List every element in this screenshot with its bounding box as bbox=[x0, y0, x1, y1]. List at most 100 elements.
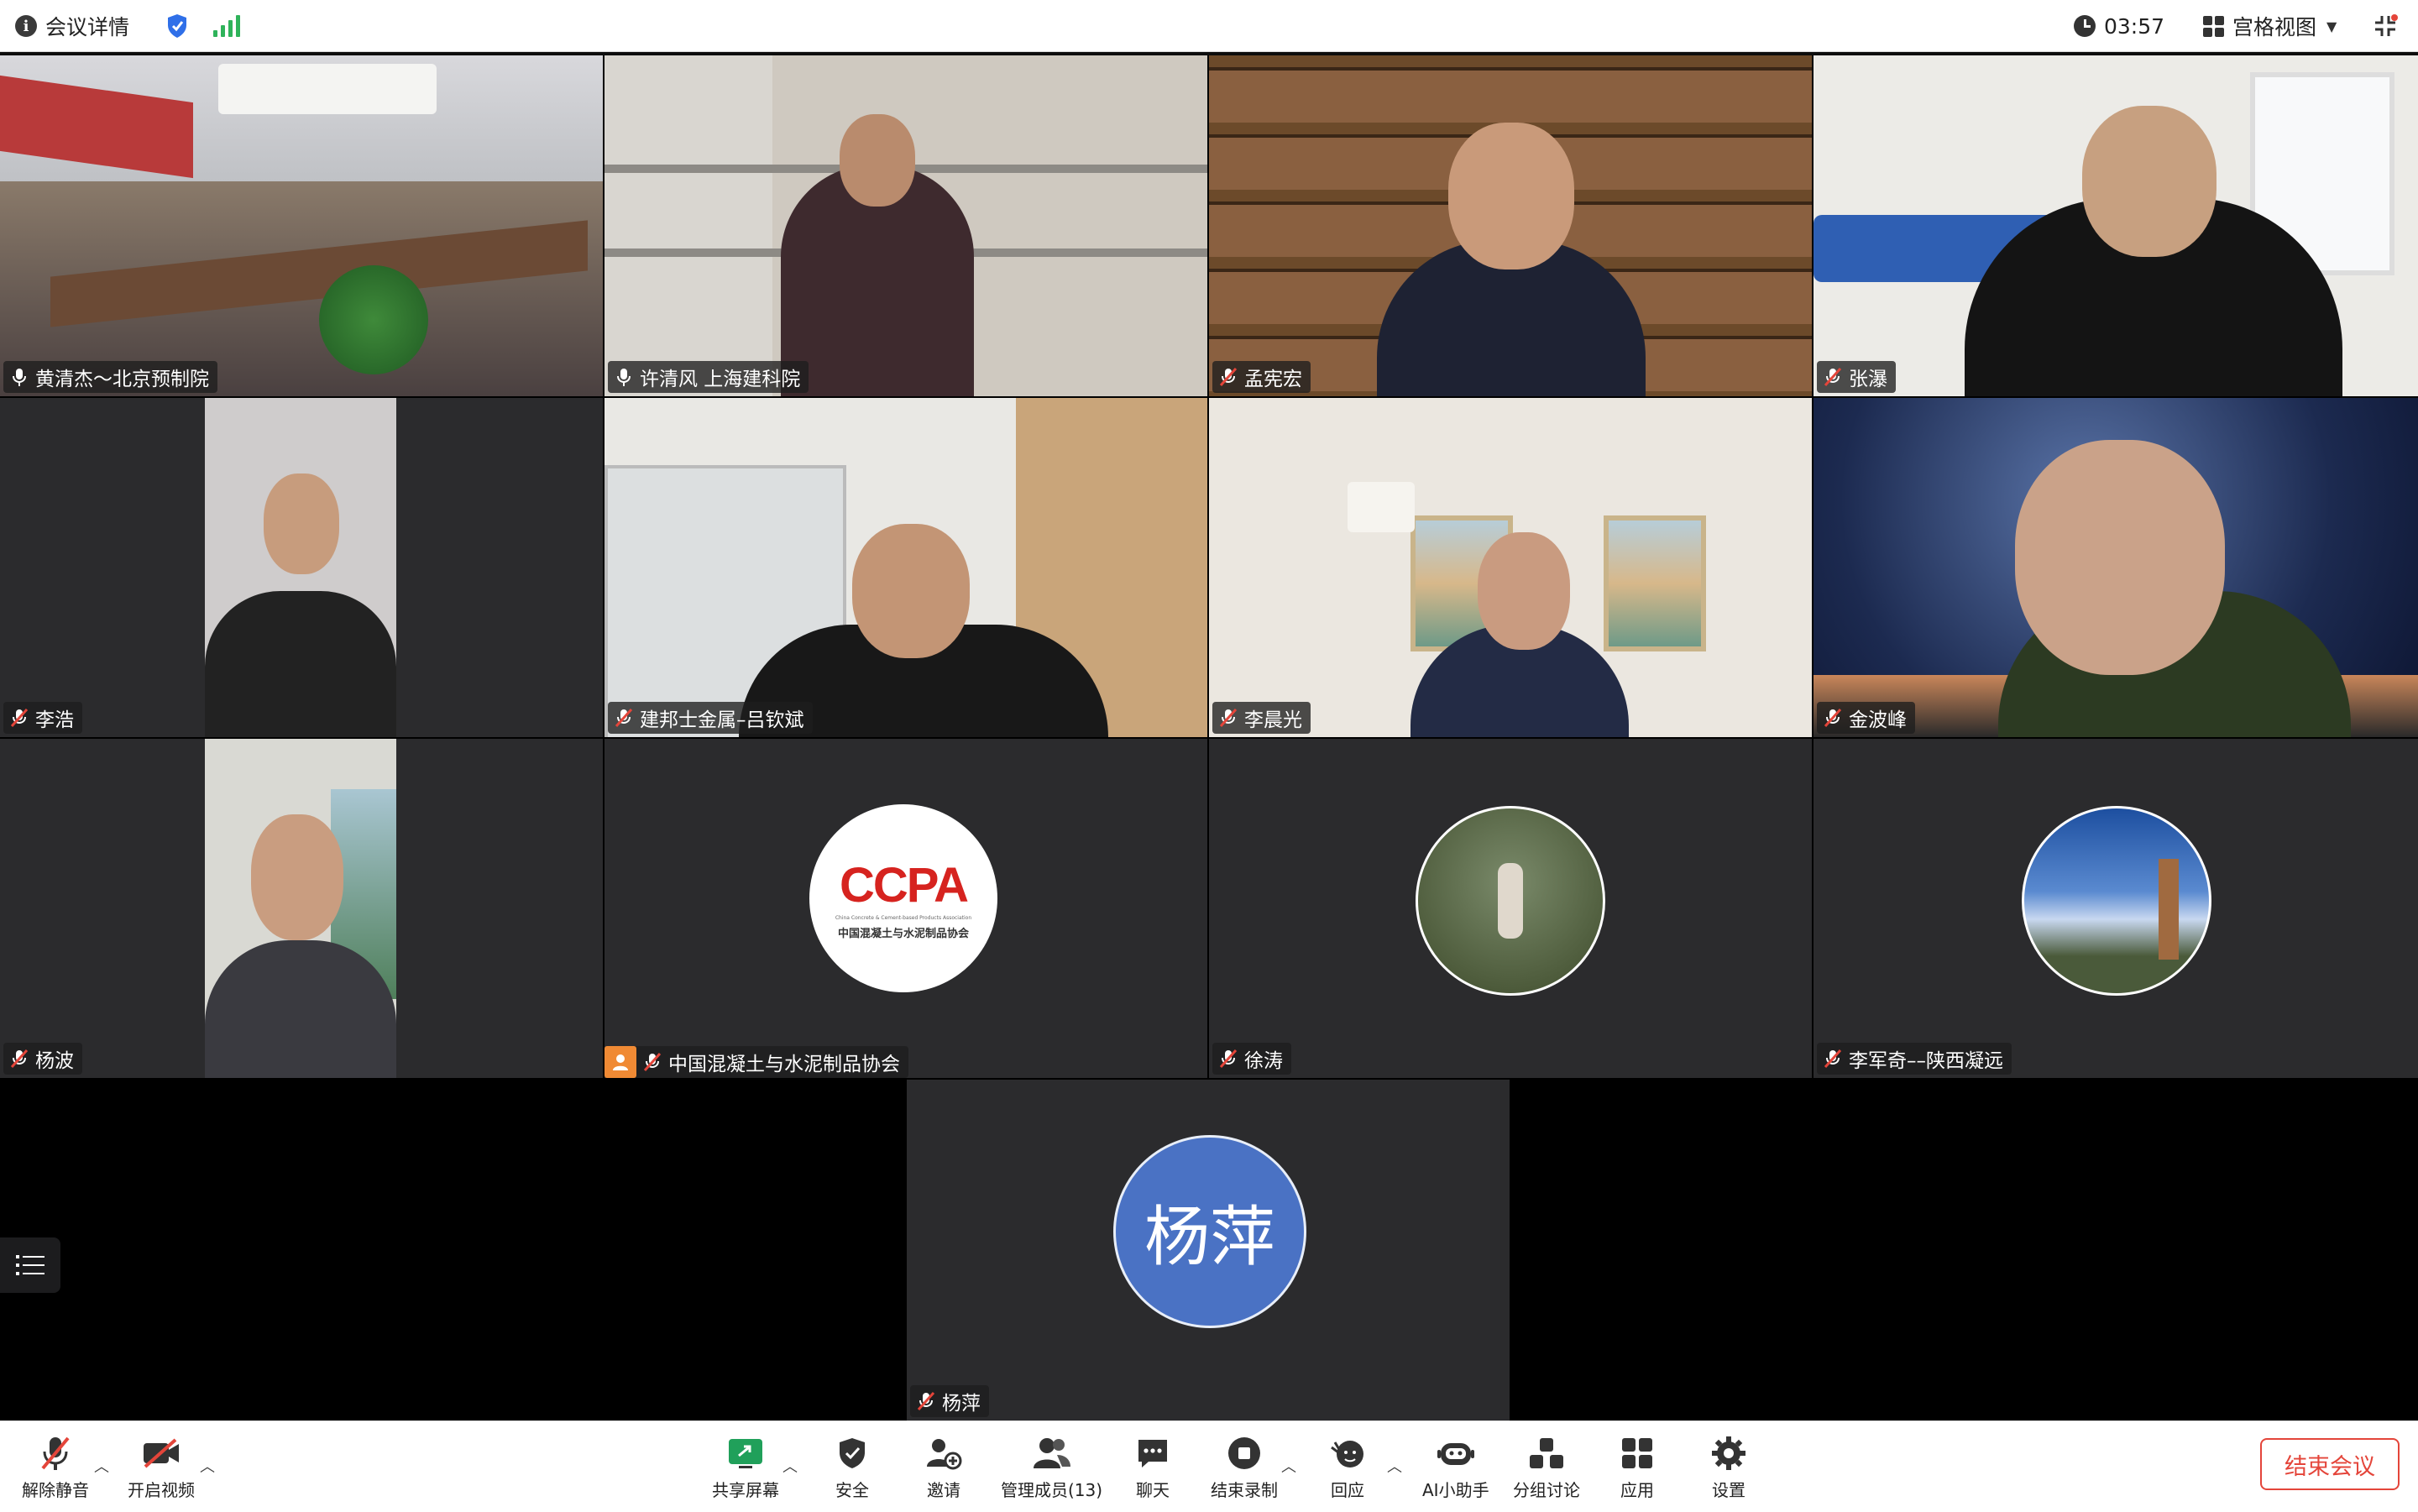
video-tile-lv[interactable]: 建邦士金属–吕钦斌 bbox=[604, 398, 1207, 737]
start-video-label: 开启视频 bbox=[128, 1480, 195, 1500]
mic-muted-icon bbox=[39, 1433, 72, 1473]
end-recording-label: 结束录制 bbox=[1211, 1480, 1278, 1500]
video-tile-huang[interactable]: 黄清杰～北京预制院 bbox=[0, 55, 603, 396]
unmute-label: 解除静音 bbox=[22, 1480, 89, 1500]
ai-assistant-button[interactable]: AI小助手 bbox=[1422, 1433, 1489, 1501]
end-recording-button[interactable]: 结束录制 bbox=[1211, 1433, 1278, 1501]
participant-nametag: 孟宪宏 bbox=[1212, 361, 1311, 393]
participant-nametag: 杨萍 bbox=[910, 1385, 989, 1417]
participant-name: 李晨光 bbox=[1244, 709, 1302, 731]
mic-muted-icon bbox=[1824, 1049, 1842, 1069]
video-tile-jin[interactable]: 金波峰 bbox=[1814, 398, 2418, 737]
bottom-toolbar: 解除静音 ︿ 开启视频 ︿ 共享屏幕 ︿ 安全 邀请 管理成员(13) 聊天 结… bbox=[0, 1420, 2418, 1512]
participant-nametag: 中国混凝土与水泥制品协会 bbox=[604, 1046, 908, 1078]
video-tile-ccpa[interactable]: CCPA China Concrete & Cement-based Produ… bbox=[604, 739, 1207, 1078]
profile-photo-avatar bbox=[2022, 806, 2211, 996]
share-screen-icon bbox=[727, 1433, 764, 1473]
mic-muted-icon bbox=[1219, 367, 1238, 387]
robot-icon bbox=[1436, 1433, 1476, 1473]
share-screen-label: 共享屏幕 bbox=[712, 1480, 779, 1500]
apps-grid-icon bbox=[1620, 1433, 1654, 1473]
invite-button[interactable]: 邀请 bbox=[925, 1433, 962, 1501]
video-tile-meng[interactable]: 孟宪宏 bbox=[1209, 55, 1812, 396]
top-bar: i 会议详情 03:57 宫格视图 ▼ bbox=[0, 0, 2418, 52]
video-tile-yang-ping[interactable]: 杨萍 杨萍 bbox=[907, 1080, 1510, 1420]
end-meeting-button[interactable]: 结束会议 bbox=[2260, 1438, 2400, 1490]
video-tile-yang-bo[interactable]: 杨波 bbox=[0, 739, 603, 1078]
audio-options-chevron-icon[interactable]: ︿ bbox=[94, 1455, 109, 1477]
exit-fullscreen-button[interactable] bbox=[2373, 0, 2398, 52]
unmute-button[interactable]: 解除静音 bbox=[22, 1433, 89, 1501]
mic-muted-icon bbox=[1824, 367, 1842, 387]
meeting-info-button[interactable]: i 会议详情 bbox=[15, 0, 129, 52]
security-button[interactable]: 安全 bbox=[835, 1433, 869, 1501]
manage-members-button[interactable]: 管理成员(13) bbox=[1001, 1433, 1102, 1501]
participant-name: 金波峰 bbox=[1849, 709, 1907, 731]
mic-muted-icon bbox=[917, 1391, 935, 1411]
chat-icon bbox=[1135, 1433, 1170, 1473]
participant-nametag: 徐涛 bbox=[1212, 1043, 1291, 1075]
avatar-initials: 杨萍 bbox=[1144, 1200, 1275, 1275]
breakout-label: 分组讨论 bbox=[1513, 1480, 1580, 1500]
video-off-icon bbox=[142, 1433, 181, 1473]
empty-tile bbox=[1511, 1080, 2418, 1420]
timer-text: 03:57 bbox=[2104, 13, 2165, 39]
minimize-icon bbox=[2375, 14, 2398, 36]
mic-muted-icon bbox=[10, 708, 29, 728]
meeting-info-label: 会议详情 bbox=[45, 15, 130, 39]
network-signal-icon[interactable] bbox=[213, 0, 240, 52]
security-shield-icon[interactable] bbox=[166, 0, 188, 52]
apps-button[interactable]: 应用 bbox=[1620, 1433, 1654, 1501]
list-icon bbox=[16, 1255, 44, 1275]
recording-options-chevron-icon[interactable]: ︿ bbox=[1281, 1455, 1296, 1477]
video-tile-li-junqi[interactable]: 李军奇––陕西凝远 bbox=[1814, 739, 2418, 1078]
share-options-chevron-icon[interactable]: ︿ bbox=[782, 1455, 798, 1477]
ai-assistant-label: AI小助手 bbox=[1422, 1480, 1489, 1500]
share-screen-button[interactable]: 共享屏幕 bbox=[712, 1433, 779, 1501]
reactions-label: 回应 bbox=[1331, 1480, 1364, 1500]
participant-name: 中国混凝土与水泥制品协会 bbox=[668, 1054, 900, 1075]
participant-nametag: 金波峰 bbox=[1817, 702, 1915, 734]
mic-on-icon bbox=[10, 367, 29, 387]
mic-muted-icon bbox=[1824, 708, 1842, 728]
participant-name: 杨波 bbox=[35, 1050, 74, 1072]
video-options-chevron-icon[interactable]: ︿ bbox=[200, 1455, 215, 1477]
profile-photo-avatar bbox=[1416, 806, 1605, 996]
chat-button[interactable]: 聊天 bbox=[1135, 1433, 1170, 1501]
participant-list-button[interactable] bbox=[0, 1237, 60, 1293]
add-user-icon bbox=[925, 1433, 962, 1473]
mic-muted-icon bbox=[1219, 1049, 1238, 1069]
participant-name: 建邦士金属–吕钦斌 bbox=[640, 709, 804, 731]
video-tile-zhang[interactable]: 张瀑 bbox=[1814, 55, 2418, 396]
record-stop-icon bbox=[1227, 1433, 1262, 1473]
mic-muted-icon bbox=[1219, 708, 1238, 728]
video-tile-xu[interactable]: 许清风 上海建科院 bbox=[604, 55, 1207, 396]
view-mode-dropdown[interactable]: 宫格视图 ▼ bbox=[2203, 0, 2337, 52]
breakout-button[interactable]: 分组讨论 bbox=[1513, 1433, 1580, 1501]
invite-label: 邀请 bbox=[927, 1480, 960, 1500]
participant-name: 李浩 bbox=[35, 709, 74, 731]
info-icon: i bbox=[15, 15, 37, 37]
video-tile-li-hao[interactable]: 李浩 bbox=[0, 398, 603, 737]
mic-muted-icon bbox=[615, 708, 633, 728]
video-tile-xu-tao[interactable]: 徐涛 bbox=[1209, 739, 1812, 1078]
apps-label: 应用 bbox=[1620, 1480, 1654, 1500]
participant-name: 张瀑 bbox=[1849, 369, 1887, 390]
reactions-button[interactable]: 回应 bbox=[1330, 1433, 1365, 1501]
video-tile-li-chenguang[interactable]: 李晨光 bbox=[1209, 398, 1812, 737]
video-grid: 黄清杰～北京预制院 许清风 上海建科院 孟宪宏 张瀑 李浩 建邦士金属–吕钦斌 … bbox=[0, 55, 2418, 1420]
participant-nametag: 建邦士金属–吕钦斌 bbox=[608, 702, 813, 734]
settings-button[interactable]: 设置 bbox=[1711, 1433, 1746, 1501]
ccpa-logo-text: CCPA bbox=[839, 857, 969, 913]
chevron-down-icon: ▼ bbox=[2326, 18, 2337, 34]
reactions-options-chevron-icon[interactable]: ︿ bbox=[1387, 1455, 1402, 1477]
participant-nametag: 李晨光 bbox=[1212, 702, 1311, 734]
start-video-button[interactable]: 开启视频 bbox=[128, 1433, 195, 1501]
participant-name: 许清风 上海建科院 bbox=[640, 369, 801, 390]
participant-nametag: 李军奇––陕西凝远 bbox=[1817, 1043, 2012, 1075]
grid-view-icon bbox=[2203, 15, 2224, 37]
manage-members-label: 管理成员(13) bbox=[1001, 1480, 1103, 1500]
mic-muted-icon bbox=[643, 1052, 662, 1072]
ccpa-logo-cn: 中国混凝土与水泥制品协会 bbox=[837, 927, 969, 940]
participant-nametag: 杨波 bbox=[3, 1043, 82, 1075]
